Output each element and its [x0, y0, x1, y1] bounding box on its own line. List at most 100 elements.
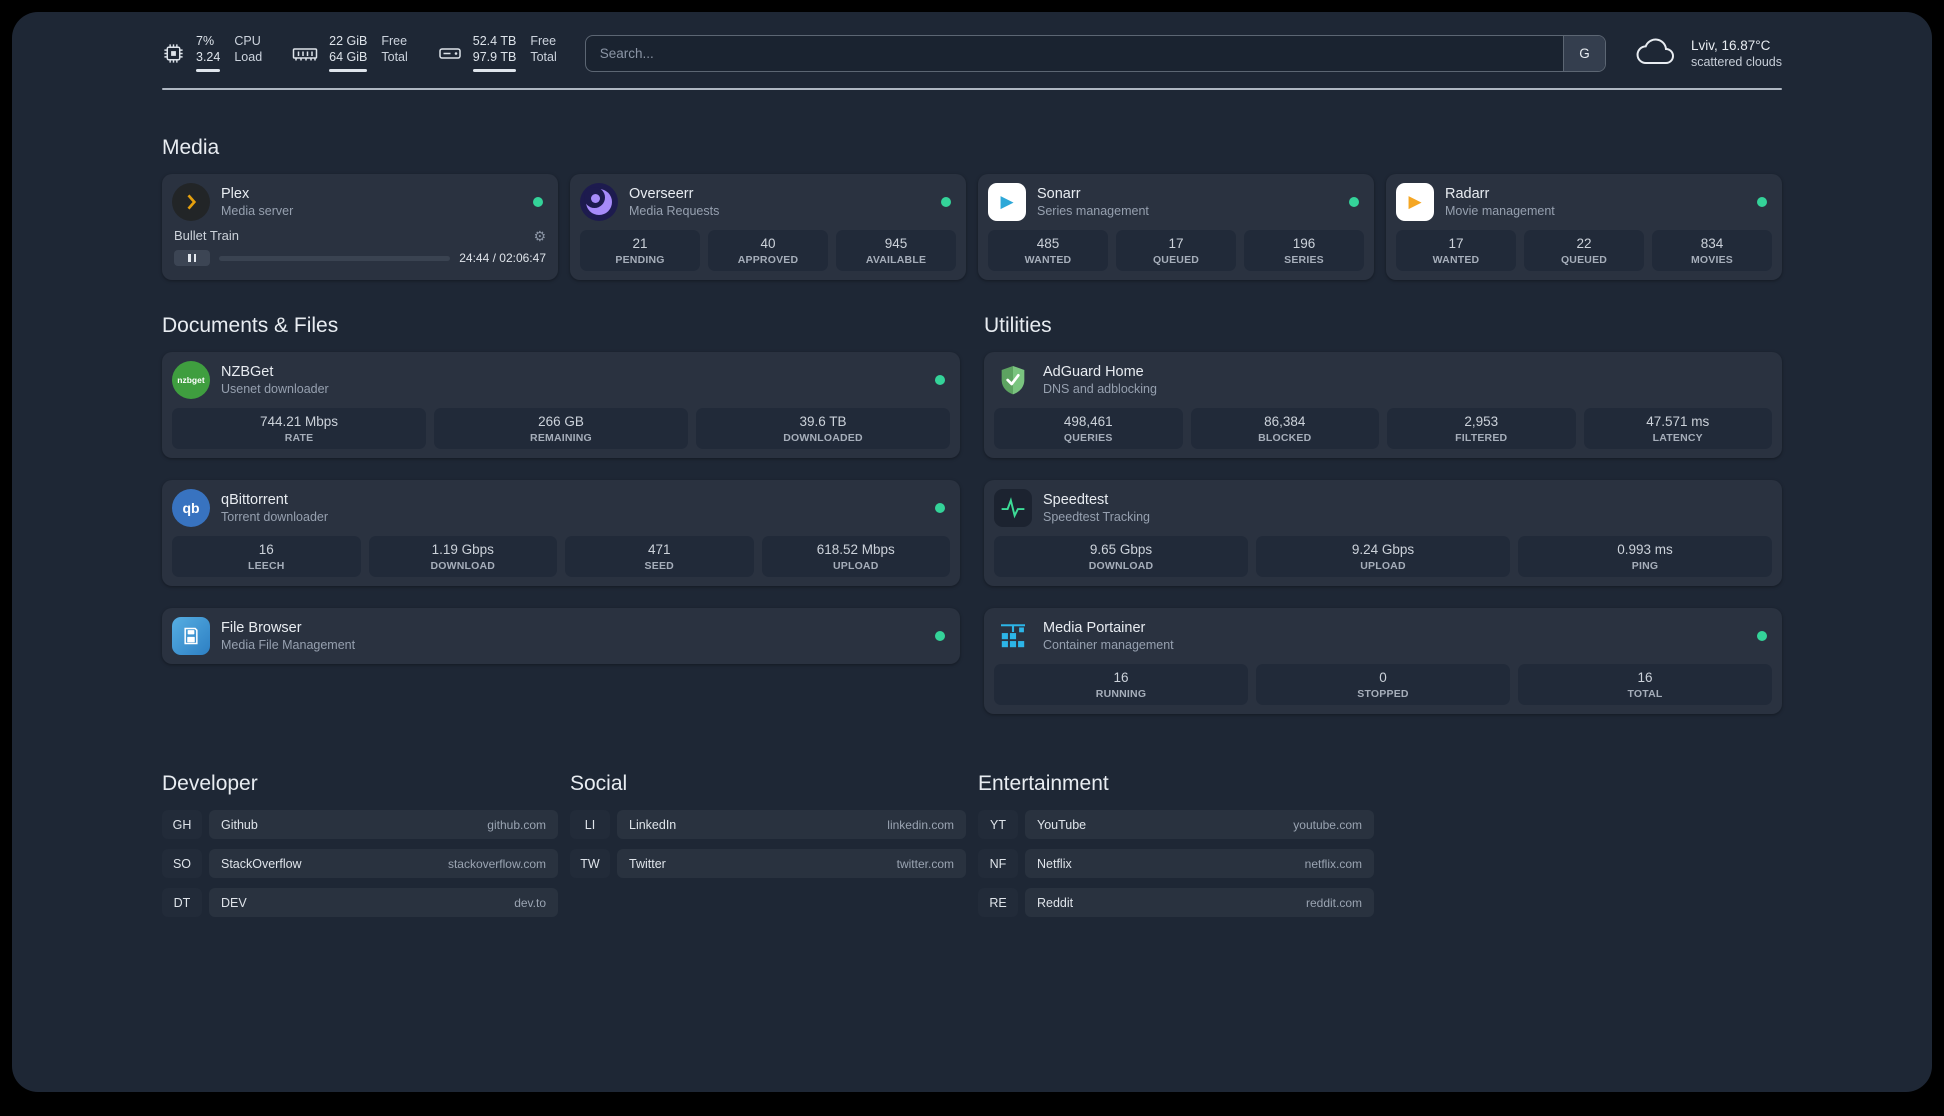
search-bar: G — [584, 34, 1606, 72]
app-link-adguard[interactable]: AdGuard Home DNS and adblocking — [994, 361, 1772, 399]
filebrowser-icon — [172, 617, 210, 655]
app-description: Movie management — [1445, 204, 1555, 218]
stat-tile: 40 APPROVED — [708, 230, 828, 271]
bookmark-github[interactable]: GH Github github.com — [162, 810, 558, 839]
section-title-developer: Developer — [162, 772, 258, 795]
bookmark-name: DEV — [221, 895, 247, 910]
app-description: Media Requests — [629, 204, 720, 218]
bookmark-youtube[interactable]: YT YouTube youtube.com — [978, 810, 1374, 839]
app-link-speedtest[interactable]: Speedtest Speedtest Tracking — [994, 489, 1772, 527]
bookmark-netflix[interactable]: NF Netflix netflix.com — [978, 849, 1374, 878]
cpu-load-label: Load — [234, 50, 263, 64]
stat-tile: 266 GB REMAINING — [434, 408, 688, 449]
status-dot — [941, 197, 951, 207]
disk-free-label: Free — [530, 34, 557, 48]
card-qbittorrent: qb qBittorrent Torrent downloader 16 LEE… — [162, 480, 960, 586]
weather-condition: scattered clouds — [1690, 54, 1782, 69]
pause-button[interactable] — [174, 250, 210, 266]
app-name: Sonarr — [1037, 186, 1081, 202]
plex-now-playing: Bullet Train ⚙ 24:44 / 02:06:47 — [172, 228, 548, 266]
bookmark-url: reddit.com — [1305, 895, 1362, 910]
card-portainer: Media Portainer Container management 16 … — [984, 608, 1782, 714]
bookmark-twitter[interactable]: TW Twitter twitter.com — [570, 849, 966, 878]
card-adguard: AdGuard Home DNS and adblocking 498,461 … — [984, 352, 1782, 458]
cpu-meter — [196, 69, 221, 72]
stat-tile: 16 TOTAL — [1518, 664, 1772, 705]
cpu-usage-label: CPU — [234, 34, 261, 48]
disk-free-value: 52.4 TB — [472, 34, 517, 48]
status-dot — [1349, 197, 1359, 207]
app-link-radarr[interactable]: ▶ Radarr Movie management — [1396, 183, 1772, 221]
card-filebrowser: File Browser Media File Management — [162, 608, 960, 664]
adguard-icon — [994, 361, 1032, 399]
bookmark-name: Netflix — [1037, 856, 1072, 871]
memory-meter — [329, 69, 368, 72]
stat-tile: 17 WANTED — [1396, 230, 1516, 271]
memory-total-label: Total — [381, 50, 408, 64]
resource-monitors: 7% CPU 3.24 Load 22 GiB Free 64 GiB Tota… — [162, 34, 557, 72]
gear-icon[interactable]: ⚙ — [533, 229, 546, 243]
disk-total-value: 97.9 TB — [472, 50, 517, 64]
bookmark-abbr: GH — [162, 810, 202, 839]
disk-total-label: Total — [530, 50, 557, 64]
bookmark-url: linkedin.com — [887, 817, 954, 832]
app-link-sonarr[interactable]: ▶ Sonarr Series management — [988, 183, 1364, 221]
playback-progress-bar[interactable] — [219, 255, 451, 261]
stat-tile: 21 PENDING — [580, 230, 700, 271]
cpu-monitor: 7% CPU 3.24 Load — [162, 34, 262, 72]
app-description: Usenet downloader — [221, 382, 329, 396]
app-description: DNS and adblocking — [1043, 382, 1157, 396]
stat-tile: 22 QUEUED — [1524, 230, 1644, 271]
stat-tile: 0.993 ms PING — [1518, 536, 1772, 577]
app-name: NZBGet — [221, 364, 274, 380]
section-title-documents: Documents & Files — [162, 314, 339, 337]
status-dot — [1757, 197, 1767, 207]
section-title-social: Social — [570, 772, 628, 795]
app-link-filebrowser[interactable]: File Browser Media File Management — [172, 617, 950, 655]
app-name: qBittorrent — [221, 492, 288, 508]
radarr-icon: ▶ — [1396, 183, 1434, 221]
app-link-overseerr[interactable]: Overseerr Media Requests — [580, 183, 956, 221]
weather-location: Lviv, 16.87°C — [1690, 37, 1771, 53]
app-link-nzbget[interactable]: nzbget NZBGet Usenet downloader — [172, 361, 950, 399]
stat-tile: 1.19 Gbps DOWNLOAD — [368, 536, 557, 577]
app-description: Media File Management — [221, 638, 356, 652]
stat-tile: 9.65 Gbps DOWNLOAD — [994, 536, 1248, 577]
status-dot — [533, 197, 543, 207]
dashboard-page: 7% CPU 3.24 Load 22 GiB Free 64 GiB Tota… — [12, 12, 1932, 1092]
app-link-qbittorrent[interactable]: qb qBittorrent Torrent downloader — [172, 489, 950, 527]
bookmark-abbr: RE — [978, 888, 1018, 917]
portainer-icon — [994, 617, 1032, 655]
app-description: Speedtest Tracking — [1043, 510, 1151, 524]
bookmark-dev[interactable]: DT DEV dev.to — [162, 888, 558, 917]
stat-tile: 618.52 Mbps UPLOAD — [761, 536, 950, 577]
app-name: Radarr — [1445, 186, 1490, 202]
stat-tile: 39.6 TB DOWNLOADED — [696, 408, 950, 449]
cloud-icon — [1634, 37, 1678, 69]
search-provider-button[interactable]: G — [1562, 35, 1605, 71]
memory-free-value: 22 GiB — [329, 34, 368, 48]
app-description: Media server — [221, 204, 294, 218]
bookmark-url: netflix.com — [1304, 856, 1362, 871]
stat-tile: 16 LEECH — [172, 536, 361, 577]
bookmark-name: StackOverflow — [221, 856, 302, 871]
bookmark-abbr: TW — [570, 849, 610, 878]
playback-time: 24:44 / 02:06:47 — [459, 251, 546, 265]
stat-tile: 945 AVAILABLE — [836, 230, 956, 271]
app-link-plex[interactable]: Plex Media server — [172, 183, 548, 221]
card-radarr: ▶ Radarr Movie management 17 WANTED 22 Q… — [1386, 174, 1782, 280]
stat-tile: 196 SERIES — [1244, 230, 1364, 271]
app-link-portainer[interactable]: Media Portainer Container management — [994, 617, 1772, 655]
bookmark-stackoverflow[interactable]: SO StackOverflow stackoverflow.com — [162, 849, 558, 878]
bookmark-abbr: SO — [162, 849, 202, 878]
search-input[interactable] — [585, 35, 1563, 71]
header-divider — [162, 88, 1782, 90]
bookmark-name: Github — [221, 817, 258, 832]
bookmark-reddit[interactable]: RE Reddit reddit.com — [978, 888, 1374, 917]
status-dot — [1757, 631, 1767, 641]
app-name: Speedtest — [1043, 492, 1109, 508]
card-plex: Plex Media server Bullet Train ⚙ 24:44 /… — [162, 174, 558, 280]
card-speedtest: Speedtest Speedtest Tracking 9.65 Gbps D… — [984, 480, 1782, 586]
bookmark-linkedin[interactable]: LI LinkedIn linkedin.com — [570, 810, 966, 839]
app-name: AdGuard Home — [1043, 364, 1144, 380]
